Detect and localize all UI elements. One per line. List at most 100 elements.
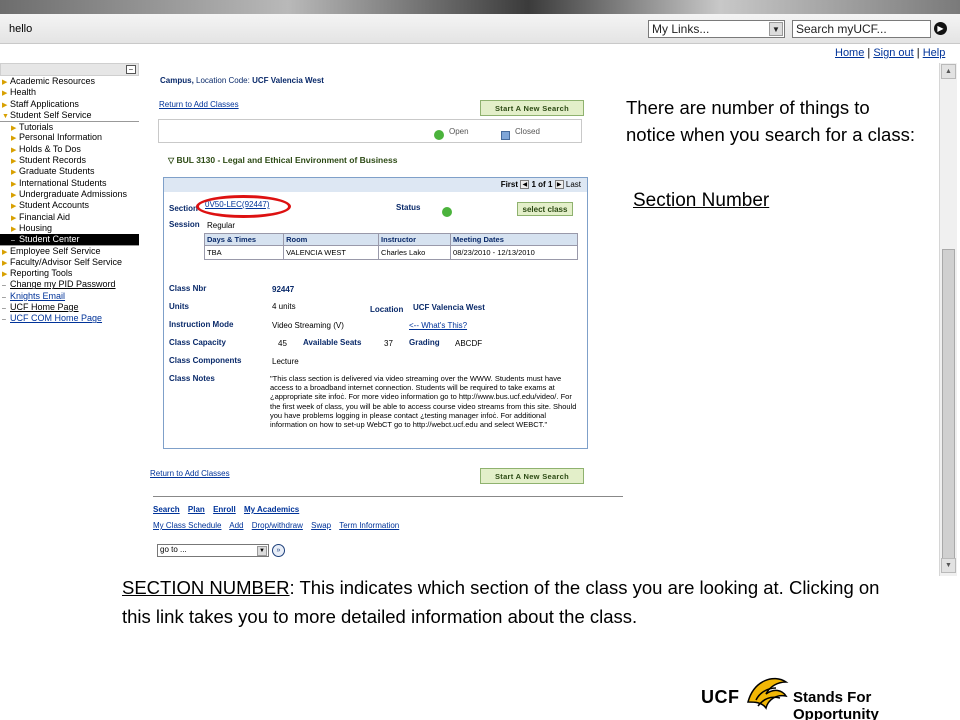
double-chevron-right-icon[interactable]: »	[272, 544, 285, 557]
cell-meeting-dates: 08/23/2010 - 12/13/2010	[450, 245, 578, 260]
col-days-times: Days & Times	[203, 233, 285, 246]
nav-academic-resources[interactable]: ▶ Academic Resources	[0, 76, 139, 87]
cell-instructor: Charles Lako	[378, 245, 452, 260]
pager-first[interactable]: First	[501, 180, 518, 189]
triangle-right-icon: ▶	[2, 90, 8, 98]
nav-student-accounts[interactable]: ▶ Student Accounts	[0, 200, 139, 211]
help-link[interactable]: Help	[923, 47, 946, 59]
nav-international-students[interactable]: ▶ International Students	[0, 178, 139, 189]
bottom-enroll-link[interactable]: Enroll	[213, 505, 236, 514]
start-new-search-button-bottom[interactable]: Start A New Search	[480, 468, 584, 484]
pager-count: 1 of 1	[531, 180, 553, 189]
status-label: Status	[396, 203, 421, 212]
scroll-thumb[interactable]	[942, 249, 955, 571]
go-to-select[interactable]: go to ... ▼	[157, 544, 269, 557]
nav-health[interactable]: ▶ Health	[0, 87, 139, 98]
class-nbr-value: 92447	[272, 285, 295, 294]
drop-withdraw-link[interactable]: Drop/withdraw	[252, 521, 303, 530]
meeting-table: Days & Times Room Instructor Meeting Dat…	[203, 233, 578, 260]
nav-label: Staff Applications	[10, 98, 79, 109]
class-notes-text: "This class section is delivered via vid…	[270, 374, 577, 430]
scroll-up-icon[interactable]: ▲	[941, 64, 956, 79]
course-title-row[interactable]: ▽ BUL 3130 - Legal and Ethical Environme…	[168, 155, 397, 165]
nav-holds-todos[interactable]: ▶ Holds & To Dos	[0, 144, 139, 155]
left-navigation: – ▶ Academic Resources ▶ Health ▶ Staff App…	[0, 63, 139, 325]
add-link[interactable]: Add	[229, 521, 243, 530]
sign-out-link[interactable]: Sign out	[873, 47, 913, 59]
search-placeholder: Search myUCF...	[796, 22, 887, 36]
status-open-icon	[442, 203, 452, 221]
nav-change-pid-password[interactable]: – Change my PID Password	[0, 279, 139, 290]
location-value: UCF Valencia West	[413, 303, 485, 312]
home-link[interactable]: Home	[835, 47, 864, 59]
nav-reporting-tools[interactable]: ▶ Reporting Tools	[0, 268, 139, 279]
nav-student-center[interactable]: – Student Center	[0, 234, 139, 246]
nav-staff-applications[interactable]: ▶ Staff Applications	[0, 99, 139, 110]
caption: SECTION NUMBER: This indicates which sec…	[122, 573, 882, 631]
open-status-icon	[434, 126, 444, 144]
nav-student-records[interactable]: ▶ Student Records	[0, 155, 139, 166]
nav-housing[interactable]: ▶ Housing	[0, 223, 139, 234]
term-information-link[interactable]: Term Information	[339, 521, 399, 530]
nav-financial-aid[interactable]: ▶ Financial Aid	[0, 212, 139, 223]
scroll-down-icon[interactable]: ▼	[941, 558, 956, 573]
select-class-button[interactable]: select class	[517, 202, 573, 216]
nav-tutorials[interactable]: ▶ Tutorials	[0, 121, 139, 132]
nav-undergraduate-admissions[interactable]: ▶ Undergraduate Admissions	[0, 189, 139, 200]
my-class-schedule-link[interactable]: My Class Schedule	[153, 521, 221, 530]
my-links-dropdown[interactable]: My Links... ▼	[648, 20, 785, 38]
session-value: Regular	[207, 221, 236, 230]
nav-label: Student Self Service	[10, 109, 92, 120]
arrow-right-icon[interactable]: ▶	[554, 180, 564, 190]
nav-knights-email[interactable]: – Knights Email	[0, 291, 139, 302]
bottom-nav-row-2: My Class Schedule Add Drop/withdraw Swap…	[153, 521, 623, 530]
nav-label: Financial Aid	[19, 211, 71, 222]
nav-label: Student Center	[19, 234, 80, 245]
return-to-add-classes-link[interactable]: Return to Add Classes	[159, 100, 239, 109]
ucf-logo-text: UCF	[701, 687, 740, 707]
go-to-value: go to ...	[160, 545, 187, 554]
arrow-left-icon[interactable]: ◀	[520, 180, 530, 190]
pager-last[interactable]: Last	[566, 180, 581, 189]
portal-top-bar: hello My Links... ▼ Search myUCF... ▶	[0, 14, 960, 44]
class-components-value: Lecture	[272, 357, 299, 366]
class-capacity-label: Class Capacity	[169, 338, 226, 347]
bottom-search-link[interactable]: Search	[153, 505, 180, 514]
whats-this-link[interactable]: <-- What's This?	[409, 321, 467, 330]
chevron-down-icon[interactable]: ▼	[257, 546, 267, 556]
nav-label: Faculty/Advisor Self Service	[10, 256, 123, 267]
nav-graduate-students[interactable]: ▶ Graduate Students	[0, 166, 139, 177]
nav-label: Reporting Tools	[10, 268, 73, 279]
class-notes-label: Class Notes	[169, 374, 215, 383]
start-new-search-button[interactable]: Start A New Search	[480, 100, 584, 116]
chevron-down-icon[interactable]: ▼	[769, 22, 783, 36]
nav-student-self-service[interactable]: ▼Student Self Service	[0, 110, 139, 121]
nav-personal-information[interactable]: ▶ Personal Information	[0, 132, 139, 143]
nav-faculty-advisor-self-service[interactable]: ▶ Faculty/Advisor Self Service	[0, 257, 139, 268]
nav-ucf-home-page[interactable]: – UCF Home Page	[0, 302, 139, 313]
nav-label: UCF Home Page	[10, 301, 79, 312]
vertical-scrollbar[interactable]: ▲ ▼	[939, 63, 957, 576]
bottom-plan-link[interactable]: Plan	[188, 505, 205, 514]
campus-location-line: Campus, Location Code: UCF Valencia West	[160, 76, 324, 85]
footer-tagline: Stands For Opportunity	[793, 689, 879, 720]
nav-employee-self-service[interactable]: ▶ Employee Self Service	[0, 245, 139, 256]
cell-days-times: TBA	[203, 245, 285, 260]
bottom-navigation: Search Plan Enroll My Academics My Class…	[153, 496, 623, 557]
search-go-icon[interactable]: ▶	[934, 22, 947, 35]
location-label: Location	[370, 305, 404, 314]
greeting: hello	[9, 23, 33, 35]
nav-label: Employee Self Service	[10, 246, 101, 257]
top-banner-image	[0, 0, 960, 14]
legend-open-label: Open	[449, 127, 469, 136]
minimize-icon[interactable]: –	[126, 65, 136, 74]
nav-label: Health	[10, 87, 37, 98]
swap-link[interactable]: Swap	[311, 521, 331, 530]
pegasus-logo-icon	[747, 677, 789, 710]
return-to-add-classes-link-bottom[interactable]: Return to Add Classes	[150, 469, 230, 478]
nav-ucf-com-home-page[interactable]: – UCF COM Home Page	[0, 313, 139, 324]
legend-closed-label: Closed	[515, 127, 540, 136]
search-input[interactable]: Search myUCF...	[792, 20, 931, 38]
bottom-my-academics-link[interactable]: My Academics	[244, 505, 299, 514]
intro-note: There are number of things to notice whe…	[626, 97, 915, 145]
